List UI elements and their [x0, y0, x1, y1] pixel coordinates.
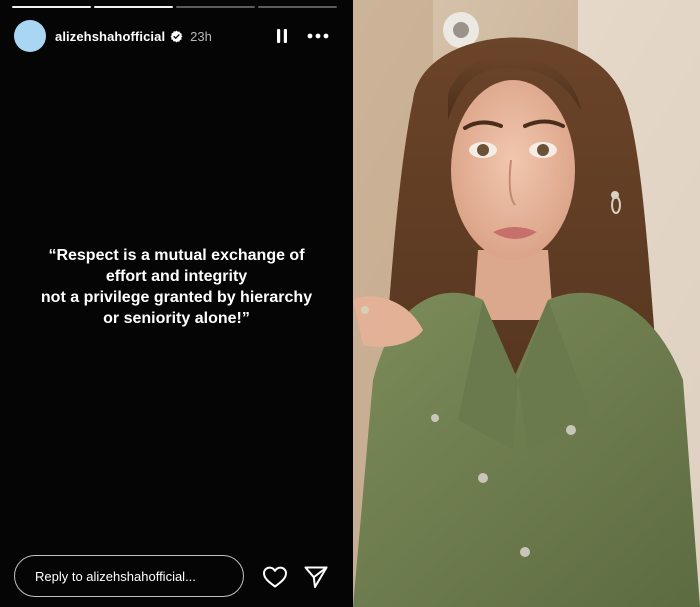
progress-segment [176, 6, 255, 8]
verified-badge-icon [170, 30, 183, 43]
story-progress-bar [12, 6, 337, 8]
story-timestamp: 23h [190, 28, 212, 44]
progress-segment [12, 6, 91, 8]
progress-segment [258, 6, 337, 8]
story-panel: alizehshahofficial 23h “Respect is a mut… [0, 0, 353, 607]
send-icon[interactable] [303, 564, 329, 590]
reply-input[interactable]: Reply to alizehshahofficial... [14, 555, 244, 597]
story-header: alizehshahofficial 23h [14, 20, 344, 52]
avatar[interactable] [14, 20, 46, 52]
pause-icon[interactable] [272, 26, 292, 46]
heart-icon[interactable] [262, 565, 288, 589]
progress-segment [94, 6, 173, 8]
portrait-illustration [353, 0, 700, 607]
username[interactable]: alizehshahofficial [55, 29, 165, 44]
story-quote-text: “Respect is a mutual exchange of effort … [40, 247, 313, 327]
portrait-photo [353, 0, 700, 607]
story-footer: Reply to alizehshahofficial... [0, 550, 353, 606]
reply-placeholder: Reply to alizehshahofficial... [35, 568, 196, 584]
more-icon[interactable] [306, 26, 330, 46]
